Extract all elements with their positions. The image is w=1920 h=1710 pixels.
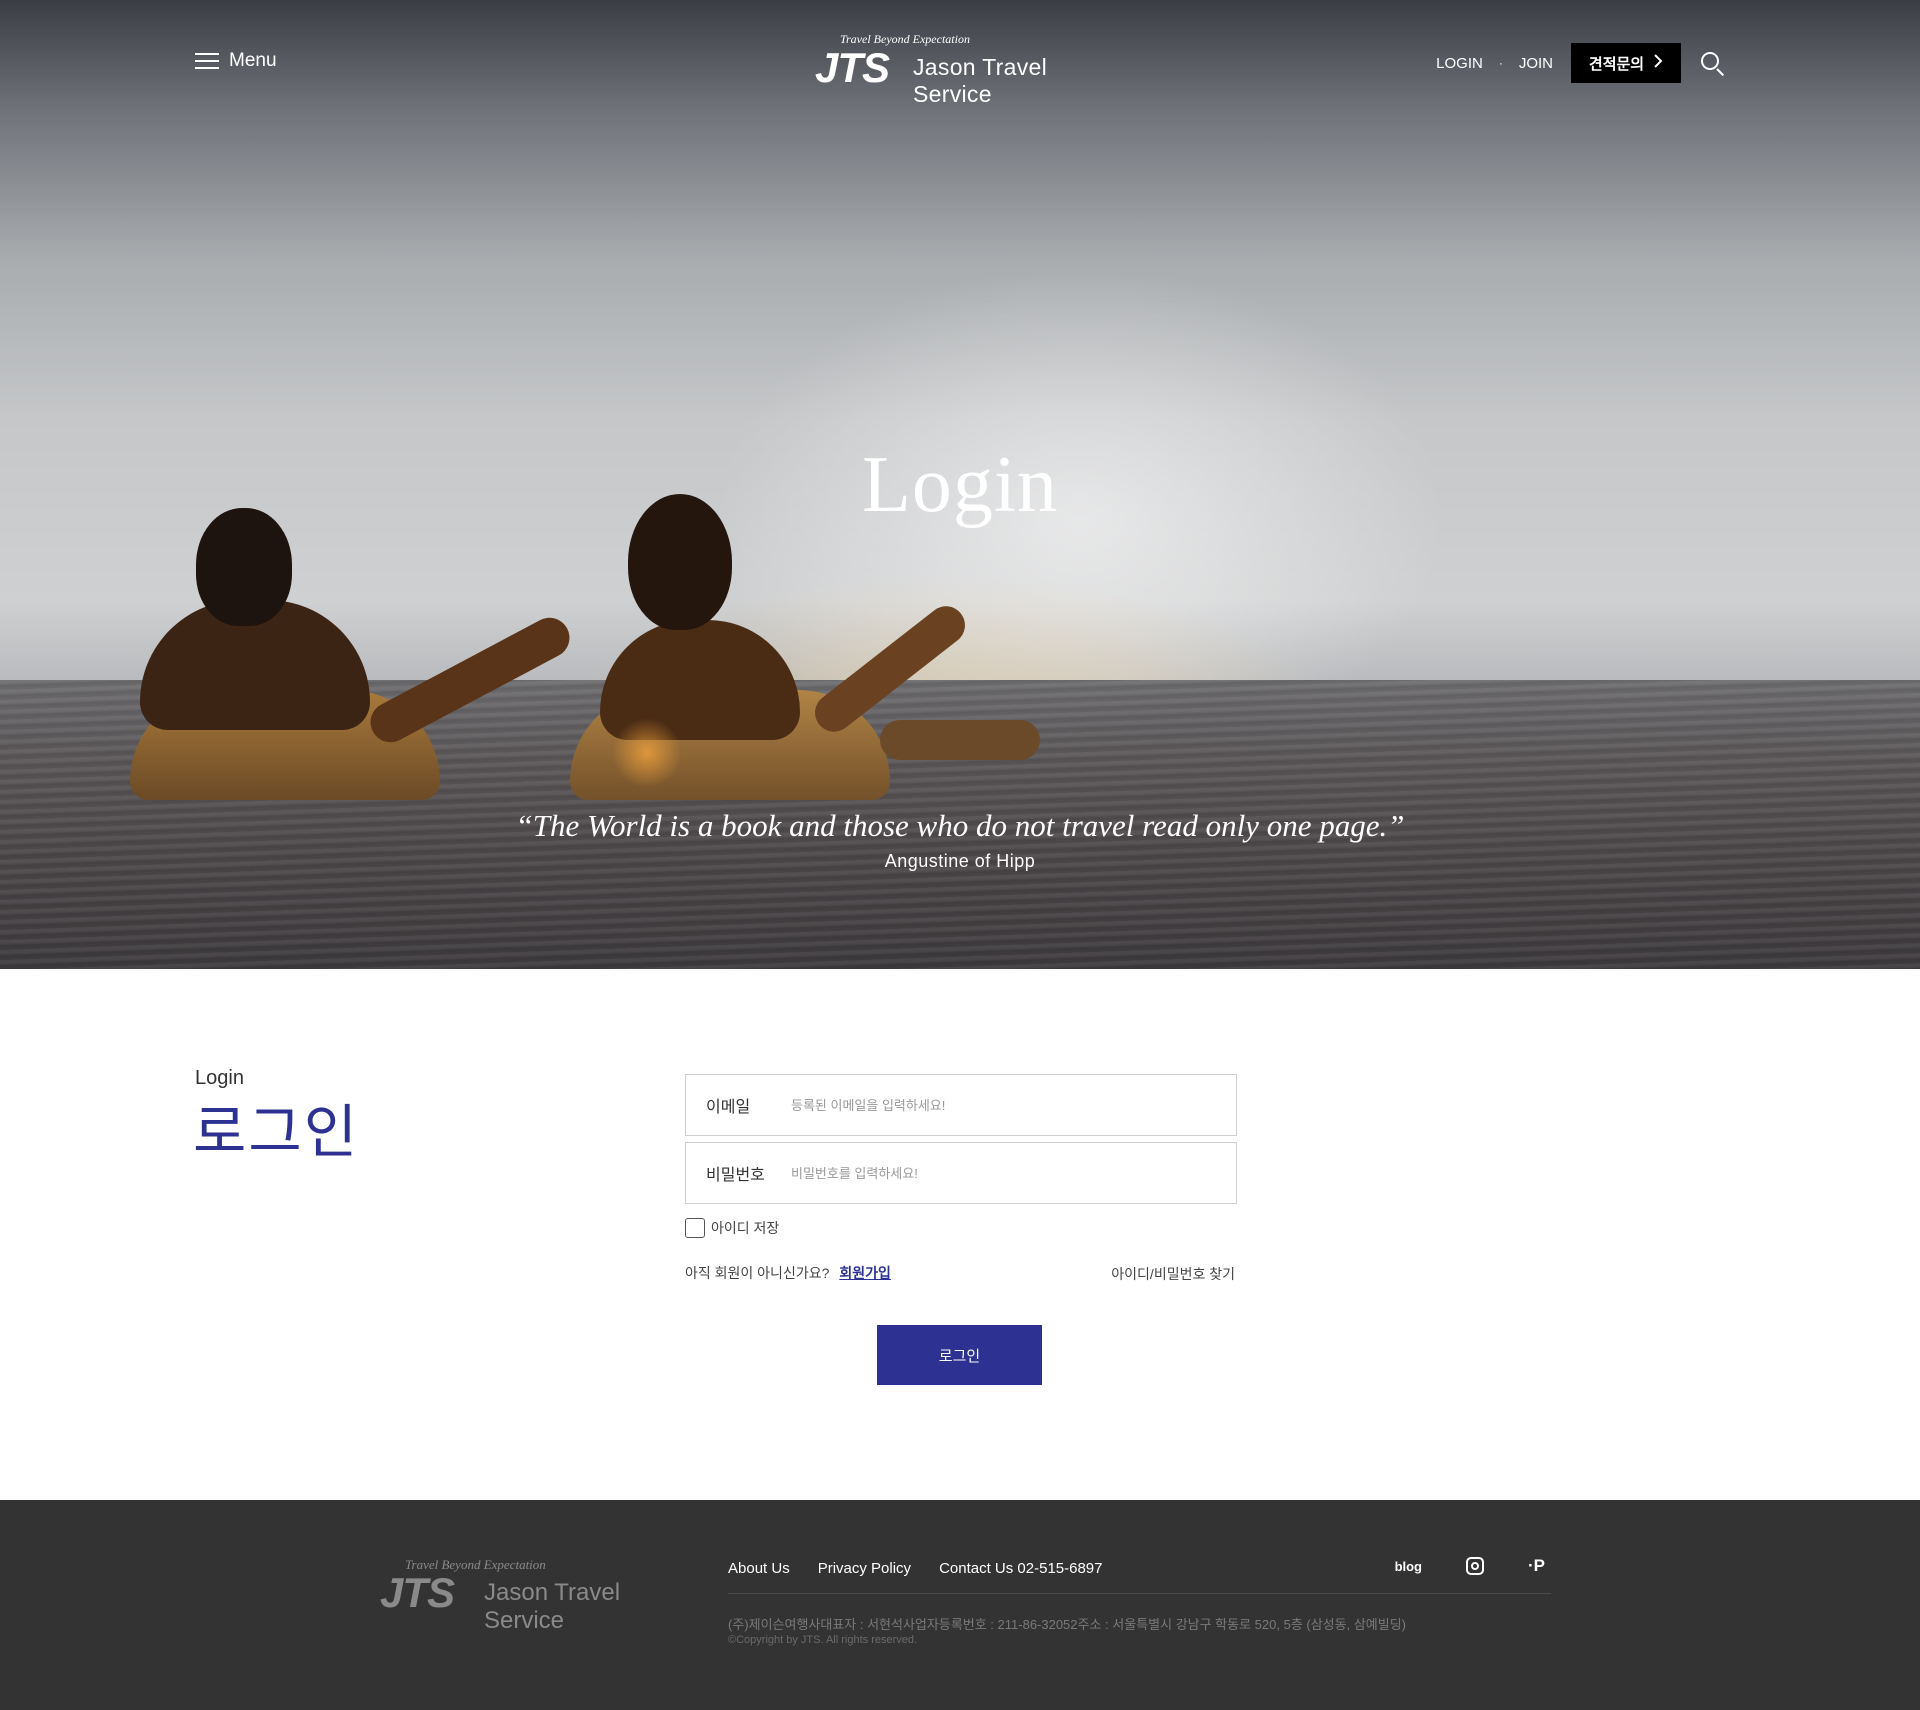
- find-account-link[interactable]: 아이디/비밀번호 찾기: [1111, 1264, 1235, 1284]
- header-actions: LOGIN · JOIN 견적문의: [1436, 43, 1725, 83]
- menu-label: Menu: [229, 50, 277, 71]
- site-header: Menu Travel Beyond Expectation JTS Jason…: [0, 0, 1920, 130]
- email-label: 이메일: [706, 1099, 751, 1116]
- password-field: 비밀번호: [685, 1142, 1237, 1204]
- site-logo[interactable]: Travel Beyond Expectation JTS Jason Trav…: [815, 32, 1115, 107]
- remember-id-label: 아이디 저장: [711, 1220, 780, 1236]
- quote-request-button[interactable]: 견적문의: [1571, 43, 1681, 83]
- footer-social: blog ·P: [1395, 1556, 1545, 1576]
- hero-quote-author: Angustine of Hipp: [884, 851, 1036, 871]
- footer-logo-mark: JTS: [380, 1569, 455, 1616]
- footer-divider: [728, 1593, 1551, 1594]
- nav-separator: ·: [1498, 56, 1503, 70]
- signup-link[interactable]: 회원가입: [839, 1263, 891, 1283]
- login-link[interactable]: LOGIN: [1436, 55, 1483, 72]
- footer-links: About Us Privacy Policy Contact Us 02-51…: [728, 1560, 1103, 1577]
- hamburger-icon: [195, 53, 219, 69]
- login-submit-button[interactable]: 로그인: [877, 1325, 1042, 1385]
- hero-banner: Login “The World is a book and those who…: [0, 0, 1920, 969]
- remember-id-checkbox[interactable]: 아이디 저장: [685, 1218, 779, 1238]
- post-icon[interactable]: ·P: [1528, 1556, 1545, 1576]
- signup-prompt-text: 아직 회원이 아니신가요?: [685, 1265, 830, 1281]
- footer-link-about[interactable]: About Us: [728, 1560, 790, 1577]
- email-input[interactable]: [791, 1075, 1236, 1135]
- hero-quote: “The World is a book and those who do no…: [515, 808, 1405, 843]
- footer-link-privacy[interactable]: Privacy Policy: [818, 1560, 911, 1577]
- logo-name: Jason Travel Service: [913, 54, 1047, 107]
- hero-person-3: [880, 720, 1040, 760]
- copyright: ©Copyright by JTS. All rights reserved.: [728, 1634, 918, 1646]
- footer-logo-name: Jason Travel Service: [484, 1579, 621, 1634]
- password-input[interactable]: [791, 1143, 1236, 1203]
- password-label: 비밀번호: [706, 1167, 765, 1184]
- footer-link-contact[interactable]: Contact Us 02-515-6897: [939, 1560, 1102, 1577]
- menu-button[interactable]: Menu: [195, 50, 277, 72]
- chevron-right-icon: [1654, 54, 1663, 72]
- instagram-icon[interactable]: [1466, 1557, 1484, 1575]
- company-info: (주)제이슨여행사대표자 : 서현석사업자등록번호 : 211-86-32052…: [728, 1617, 1406, 1632]
- site-footer: Travel Beyond Expectation JTS Jason Trav…: [0, 1500, 1920, 1710]
- search-icon[interactable]: [1699, 50, 1725, 77]
- join-link[interactable]: JOIN: [1519, 55, 1553, 72]
- footer-logo: Travel Beyond Expectation JTS Jason Trav…: [380, 1557, 700, 1634]
- hero-title: Login: [861, 441, 1059, 529]
- checkbox-icon[interactable]: [685, 1218, 705, 1238]
- blog-icon[interactable]: blog: [1395, 1559, 1422, 1574]
- logo-mark: JTS: [815, 44, 890, 91]
- quote-request-label: 견적문의: [1588, 55, 1645, 73]
- section-title: 로그인: [193, 1100, 360, 1165]
- email-field: 이메일: [685, 1074, 1237, 1136]
- lens-flare: [612, 718, 682, 788]
- signup-prompt: 아직 회원이 아니신가요? 회원가입: [685, 1263, 891, 1283]
